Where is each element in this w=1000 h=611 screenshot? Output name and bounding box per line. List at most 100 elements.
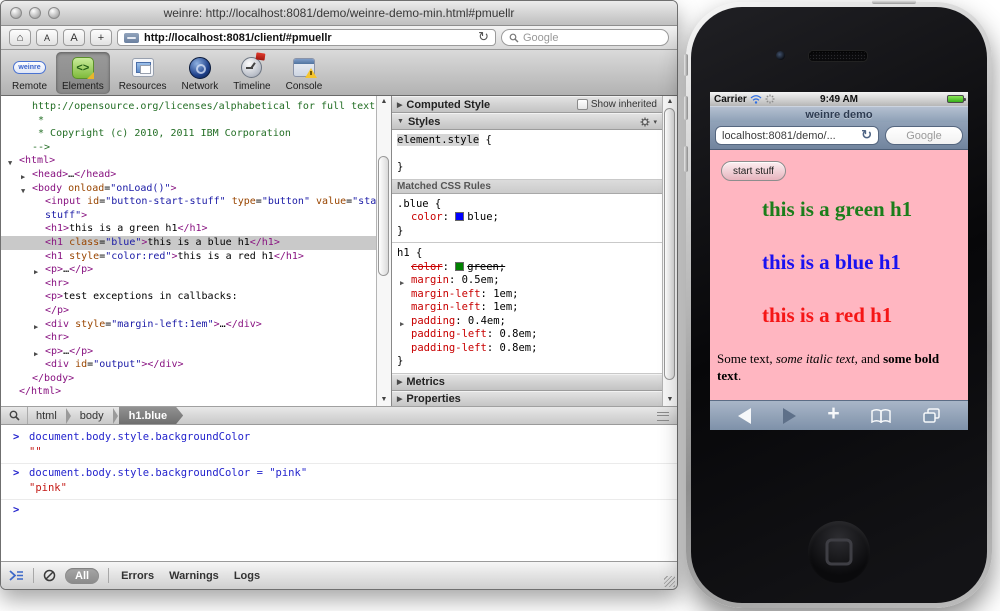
mobile-reload-icon[interactable]: ↻ xyxy=(861,128,872,143)
styles-section[interactable]: ▼ Styles ▾ xyxy=(392,113,662,130)
power-button[interactable] xyxy=(872,0,916,4)
tree-node[interactable]: <input id="button-start-stuff" type="but… xyxy=(1,195,376,209)
mobile-address-input[interactable]: localhost:8081/demo/... ↻ xyxy=(715,126,879,145)
breadcrumb-item-html[interactable]: html xyxy=(28,407,65,424)
volume-up-button[interactable] xyxy=(684,96,688,120)
activity-spinner-icon xyxy=(765,94,775,104)
add-bookmark-icon[interactable]: + xyxy=(827,404,839,424)
tree-node[interactable]: </p> xyxy=(1,304,376,318)
tree-node[interactable]: <hr> xyxy=(1,331,376,345)
back-icon[interactable] xyxy=(738,408,751,424)
tree-node[interactable]: <div id="output"></div> xyxy=(1,358,376,372)
tree-node[interactable]: ▶<p>…</p> xyxy=(1,263,376,277)
tree-node[interactable]: <h1 class="blue">this is a blue h1</h1> xyxy=(1,236,376,250)
search-input[interactable]: Google xyxy=(501,29,669,46)
home-button-phone[interactable] xyxy=(808,521,870,583)
font-smaller-button[interactable]: A xyxy=(36,29,58,46)
toolbar-button-remote[interactable]: weinreRemote xyxy=(6,52,53,94)
css-property[interactable]: margin-left: 1em; xyxy=(397,288,657,302)
css-property-name: padding-left xyxy=(411,342,487,354)
tree-node[interactable]: ▼<html> xyxy=(1,154,376,168)
tree-node[interactable]: <p>test exceptions in callbacks: xyxy=(1,290,376,304)
console-entry: >document.body.style.backgroundColor = "… xyxy=(1,464,677,500)
home-button[interactable]: ⌂ xyxy=(9,29,31,46)
tree-node[interactable]: * xyxy=(1,114,376,128)
scroll-down-icon[interactable]: ▼ xyxy=(663,395,677,405)
tree-node[interactable]: ▶<head>…</head> xyxy=(1,168,376,182)
window-titlebar[interactable]: weinre: http://localhost:8081/demo/weinr… xyxy=(1,1,677,26)
sidebar-section-properties[interactable]: ▶Properties xyxy=(392,391,662,407)
css-property[interactable]: margin-left: 1em; xyxy=(397,301,657,315)
tree-node[interactable]: ▶<p>…</p> xyxy=(1,345,376,359)
tree-node[interactable]: --> xyxy=(1,141,376,155)
tree-node[interactable]: ▼<body onload="onLoad()"> xyxy=(1,182,376,196)
mobile-url-bar: localhost:8081/demo/... ↻ Google xyxy=(710,122,968,150)
zoom-window-button[interactable] xyxy=(48,7,60,19)
element-style-rule[interactable]: element.style { } xyxy=(392,130,662,180)
close-window-button[interactable] xyxy=(10,7,22,19)
filter-warnings[interactable]: Warnings xyxy=(166,570,222,582)
toolbar-button-elements[interactable]: <>Elements xyxy=(56,52,110,94)
mute-switch[interactable] xyxy=(684,54,688,76)
css-property[interactable]: ▶margin: 0.5em; xyxy=(397,274,657,288)
tree-node[interactable]: ▶<div style="margin-left:1em">…</div> xyxy=(1,318,376,332)
font-larger-button[interactable]: A xyxy=(63,29,85,46)
scrollbar-thumb[interactable] xyxy=(378,156,389,276)
search-nodes-button[interactable] xyxy=(1,407,28,424)
phone-screen: Carrier 9:49 AM weinre demo localhost:80… xyxy=(710,92,968,430)
scroll-down-icon[interactable]: ▼ xyxy=(377,395,391,405)
tree-node[interactable]: stuff"> xyxy=(1,209,376,223)
css-property[interactable]: color: green; xyxy=(397,261,657,275)
start-stuff-button[interactable]: start stuff xyxy=(721,161,786,181)
console-drawer[interactable]: >document.body.style.backgroundColor"">d… xyxy=(1,425,677,561)
forward-icon[interactable] xyxy=(783,408,796,424)
paragraph-segment: , and xyxy=(855,351,884,366)
css-rule-selector[interactable]: .blue { xyxy=(397,198,657,212)
reload-icon[interactable]: ↻ xyxy=(478,30,489,45)
bookmarks-icon[interactable] xyxy=(871,409,891,423)
element-style-selector[interactable]: element.style xyxy=(397,134,479,146)
styles-scrollbar[interactable]: ▲ ▼ xyxy=(662,96,677,406)
window-resize-grip[interactable] xyxy=(664,576,675,587)
tree-node[interactable]: </html> xyxy=(1,385,376,399)
toggle-console-icon[interactable] xyxy=(9,570,24,581)
tree-node[interactable]: <hr> xyxy=(1,277,376,291)
volume-down-button[interactable] xyxy=(684,146,688,172)
toolbar-button-network[interactable]: Network xyxy=(176,52,225,94)
pages-icon[interactable] xyxy=(923,408,940,423)
toolbar-button-console[interactable]: Console xyxy=(280,52,329,94)
styles-gear-button[interactable]: ▾ xyxy=(640,117,657,127)
tree-node[interactable]: http://opensource.org/licenses/alphabeti… xyxy=(1,100,376,114)
css-property[interactable]: padding-left: 0.8em; xyxy=(397,328,657,342)
tree-scrollbar[interactable]: ▲ ▼ xyxy=(376,96,391,406)
tree-node[interactable]: * Copyright (c) 2010, 2011 IBM Corporati… xyxy=(1,127,376,141)
tree-node[interactable]: <h1 style="color:red">this is a red h1</… xyxy=(1,250,376,264)
breadcrumb-item-body[interactable]: body xyxy=(72,407,112,424)
computed-style-section[interactable]: ▶ Computed Style Show inherited xyxy=(392,96,662,113)
new-tab-button[interactable]: + xyxy=(90,29,112,46)
css-rule-selector[interactable]: h1 { xyxy=(397,247,657,261)
filter-all[interactable]: All xyxy=(65,568,99,584)
breadcrumb-item-h1.blue[interactable]: h1.blue xyxy=(119,407,184,424)
toolbar-button-timeline[interactable]: Timeline xyxy=(227,52,276,94)
scroll-up-icon[interactable]: ▲ xyxy=(663,97,677,107)
css-property[interactable]: color: blue; xyxy=(397,211,657,225)
scrollbar-thumb[interactable] xyxy=(664,108,675,380)
clear-console-icon[interactable] xyxy=(43,569,56,582)
console-resize-handle[interactable] xyxy=(657,412,669,421)
css-property[interactable]: ▶padding: 0.4em; xyxy=(397,315,657,329)
css-property[interactable]: padding-left: 0.8em; xyxy=(397,342,657,356)
scroll-up-icon[interactable]: ▲ xyxy=(377,97,391,107)
mobile-search-input[interactable]: Google xyxy=(885,126,963,145)
tree-node[interactable]: </body> xyxy=(1,372,376,386)
filter-logs[interactable]: Logs xyxy=(231,570,263,582)
filter-errors[interactable]: Errors xyxy=(118,570,157,582)
tree-node[interactable]: <h1>this is a green h1</h1> xyxy=(1,222,376,236)
address-input[interactable]: http://localhost:8081/client/#pmuellr ↻ xyxy=(117,29,496,46)
toolbar-button-resources[interactable]: Resources xyxy=(113,52,173,94)
sidebar-section-metrics[interactable]: ▶Metrics xyxy=(392,374,662,391)
minimize-window-button[interactable] xyxy=(29,7,41,19)
show-inherited-checkbox[interactable] xyxy=(577,99,588,110)
gear-dropdown-icon: ▾ xyxy=(653,118,657,126)
css-property-name: margin xyxy=(411,274,449,286)
